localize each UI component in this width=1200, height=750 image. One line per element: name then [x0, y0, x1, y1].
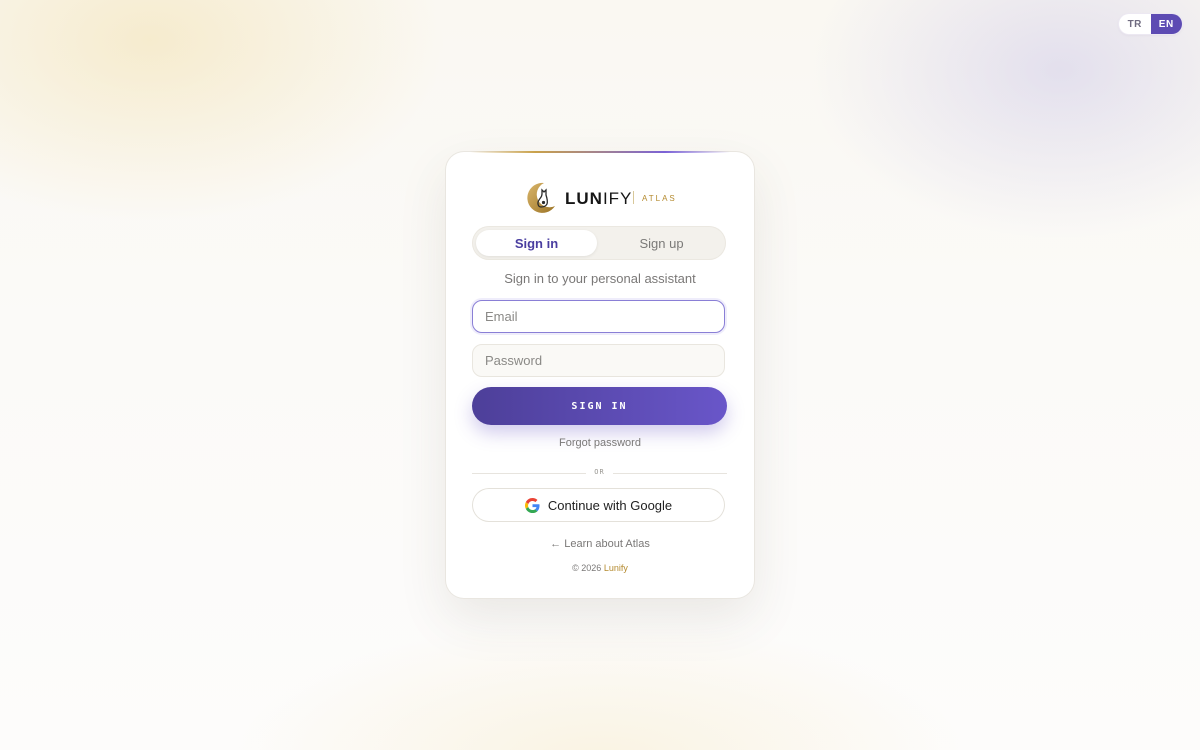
auth-card: LUNIFY ATLAS Sign in Sign up Sign in to … — [446, 151, 754, 598]
copyright-text: © 2026 — [572, 563, 602, 573]
language-option-en[interactable]: EN — [1150, 14, 1182, 34]
form-subtitle: Sign in to your personal assistant — [504, 271, 696, 286]
learn-about-link[interactable]: ← Learn about Atlas — [446, 538, 754, 550]
email-field[interactable] — [472, 300, 725, 333]
google-icon — [524, 497, 540, 513]
crescent-cat-logo-icon — [527, 182, 555, 213]
tab-sign-in[interactable]: Sign in — [476, 230, 597, 256]
sign-in-button[interactable]: SIGN IN — [472, 387, 727, 425]
brand-name: LUNIFY — [565, 189, 632, 209]
language-switch: TR EN — [1119, 14, 1182, 34]
forgot-password-link[interactable]: Forgot password — [446, 437, 754, 449]
password-field[interactable] — [472, 344, 725, 377]
brand-name-bold: LUN — [565, 189, 603, 208]
tab-sign-up[interactable]: Sign up — [601, 230, 722, 256]
card-accent-line — [470, 151, 730, 153]
language-option-tr[interactable]: TR — [1119, 14, 1151, 34]
divider-label: OR — [594, 468, 605, 476]
product-name: ATLAS — [642, 194, 677, 203]
footer-brand-link[interactable]: Lunify — [604, 563, 628, 573]
google-button-label: Continue with Google — [547, 497, 673, 513]
brand-separator — [633, 191, 634, 204]
brand-name-light: IFY — [602, 189, 633, 208]
brand-header: LUNIFY ATLAS — [446, 181, 754, 215]
auth-tabs: Sign in Sign up — [472, 226, 726, 260]
google-sign-in-button[interactable]: Continue with Google — [472, 488, 725, 522]
divider-line-right — [613, 473, 727, 474]
footer: © 2026 Lunify — [446, 563, 754, 573]
or-divider: OR — [472, 468, 727, 478]
